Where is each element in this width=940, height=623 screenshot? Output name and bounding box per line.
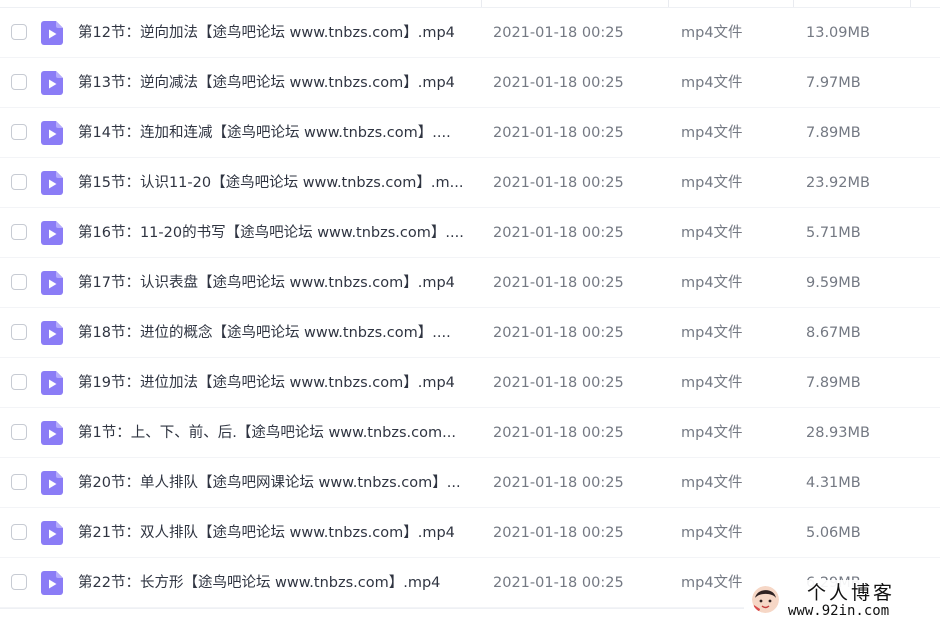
row-checkbox[interactable] xyxy=(11,124,27,140)
video-file-icon xyxy=(41,371,63,395)
modified-date: 2021-01-18 00:25 xyxy=(493,325,624,341)
row-checkbox[interactable] xyxy=(11,174,27,190)
file-size: 5.06MB xyxy=(806,525,861,541)
column-divider xyxy=(481,0,482,7)
file-name[interactable]: 第1节：上、下、前、后.【途鸟吧论坛 www.tnbzs.com... xyxy=(78,424,472,443)
file-name[interactable]: 第18节：进位的概念【途鸟吧论坛 www.tnbzs.com】.... xyxy=(78,324,472,343)
file-list: 第12节：逆向加法【途鸟吧论坛 www.tnbzs.com】.mp4 2021-0… xyxy=(0,0,940,623)
modified-date: 2021-01-18 00:25 xyxy=(493,475,624,491)
video-file-icon xyxy=(41,171,63,195)
file-size: 5.71MB xyxy=(806,225,861,241)
file-type: mp4文件 xyxy=(681,225,743,241)
modified-date: 2021-01-18 00:25 xyxy=(493,525,624,541)
file-name[interactable]: 第20节：单人排队【途鸟吧网课论坛 www.tnbzs.com】... xyxy=(78,474,472,493)
video-file-icon xyxy=(41,421,63,445)
modified-date: 2021-01-18 00:25 xyxy=(493,25,624,41)
column-header-strip xyxy=(0,0,940,8)
file-row[interactable]: 第19节：进位加法【途鸟吧论坛 www.tnbzs.com】.mp4 2021-0… xyxy=(0,358,940,408)
file-row[interactable]: 第14节：连加和连减【途鸟吧论坛 www.tnbzs.com】.... 2021-… xyxy=(0,108,940,158)
file-row[interactable]: 第21节：双人排队【途鸟吧论坛 www.tnbzs.com】.mp4 2021-0… xyxy=(0,508,940,558)
row-checkbox[interactable] xyxy=(11,474,27,490)
column-divider xyxy=(668,0,669,7)
video-file-icon xyxy=(41,321,63,345)
row-checkbox[interactable] xyxy=(11,24,27,40)
row-checkbox[interactable] xyxy=(11,74,27,90)
file-row[interactable]: 第20节：单人排队【途鸟吧网课论坛 www.tnbzs.com】... 2021-… xyxy=(0,458,940,508)
column-divider xyxy=(793,0,794,7)
file-size: 8.67MB xyxy=(806,325,861,341)
video-file-icon xyxy=(41,571,63,595)
file-size: 7.97MB xyxy=(806,75,861,91)
row-checkbox[interactable] xyxy=(11,324,27,340)
modified-date: 2021-01-18 00:25 xyxy=(493,225,624,241)
file-type: mp4文件 xyxy=(681,275,743,291)
file-name[interactable]: 第13节：逆向减法【途鸟吧论坛 www.tnbzs.com】.mp4 xyxy=(78,74,472,93)
watermark-title: 个人博客 xyxy=(807,582,896,604)
file-row[interactable]: 第17节：认识表盘【途鸟吧论坛 www.tnbzs.com】.mp4 2021-0… xyxy=(0,258,940,308)
file-type: mp4文件 xyxy=(681,525,743,541)
file-size: 13.09MB xyxy=(806,25,870,41)
modified-date: 2021-01-18 00:25 xyxy=(493,375,624,391)
row-checkbox[interactable] xyxy=(11,574,27,590)
file-name[interactable]: 第12节：逆向加法【途鸟吧论坛 www.tnbzs.com】.mp4 xyxy=(78,24,472,43)
file-type: mp4文件 xyxy=(681,425,743,441)
file-type: mp4文件 xyxy=(681,375,743,391)
modified-date: 2021-01-18 00:25 xyxy=(493,75,624,91)
file-row[interactable]: 第1节：上、下、前、后.【途鸟吧论坛 www.tnbzs.com... 2021-… xyxy=(0,408,940,458)
file-row[interactable]: 第18节：进位的概念【途鸟吧论坛 www.tnbzs.com】.... 2021-… xyxy=(0,308,940,358)
file-row[interactable]: 第13节：逆向减法【途鸟吧论坛 www.tnbzs.com】.mp4 2021-0… xyxy=(0,58,940,108)
video-file-icon xyxy=(41,471,63,495)
column-divider xyxy=(910,0,911,7)
row-checkbox[interactable] xyxy=(11,424,27,440)
modified-date: 2021-01-18 00:25 xyxy=(493,275,624,291)
file-size: 4.31MB xyxy=(806,475,861,491)
file-row[interactable]: 第15节：认识11-20【途鸟吧论坛 www.tnbzs.com】.m... 20… xyxy=(0,158,940,208)
file-size: 7.89MB xyxy=(806,125,861,141)
file-type: mp4文件 xyxy=(681,175,743,191)
modified-date: 2021-01-18 00:25 xyxy=(493,125,624,141)
file-rows: 第12节：逆向加法【途鸟吧论坛 www.tnbzs.com】.mp4 2021-0… xyxy=(0,8,940,612)
row-checkbox[interactable] xyxy=(11,374,27,390)
file-size: 7.89MB xyxy=(806,375,861,391)
file-name[interactable]: 第16节：11-20的书写【途鸟吧论坛 www.tnbzs.com】.... xyxy=(78,224,472,243)
video-file-icon xyxy=(41,21,63,45)
file-type: mp4文件 xyxy=(681,125,743,141)
file-type: mp4文件 xyxy=(681,75,743,91)
video-file-icon xyxy=(41,71,63,95)
file-type: mp4文件 xyxy=(681,325,743,341)
watermark-url: www.92in.com xyxy=(788,603,890,619)
row-checkbox[interactable] xyxy=(11,274,27,290)
avatar xyxy=(752,586,779,613)
video-file-icon xyxy=(41,121,63,145)
row-checkbox[interactable] xyxy=(11,224,27,240)
row-checkbox[interactable] xyxy=(11,524,27,540)
file-size: 28.93MB xyxy=(806,425,870,441)
modified-date: 2021-01-18 00:25 xyxy=(493,425,624,441)
file-name[interactable]: 第22节：长方形【途鸟吧论坛 www.tnbzs.com】.mp4 xyxy=(78,574,472,593)
list-bottom-border xyxy=(0,608,744,609)
video-file-icon xyxy=(41,221,63,245)
watermark: 个人博客 www.92in.com xyxy=(744,580,940,623)
modified-date: 2021-01-18 00:25 xyxy=(493,175,624,191)
video-file-icon xyxy=(41,271,63,295)
file-type: mp4文件 xyxy=(681,475,743,491)
modified-date: 2021-01-18 00:25 xyxy=(493,575,624,591)
file-name[interactable]: 第15节：认识11-20【途鸟吧论坛 www.tnbzs.com】.m... xyxy=(78,174,472,193)
file-name[interactable]: 第21节：双人排队【途鸟吧论坛 www.tnbzs.com】.mp4 xyxy=(78,524,472,543)
file-name[interactable]: 第19节：进位加法【途鸟吧论坛 www.tnbzs.com】.mp4 xyxy=(78,374,472,393)
file-name[interactable]: 第14节：连加和连减【途鸟吧论坛 www.tnbzs.com】.... xyxy=(78,124,472,143)
video-file-icon xyxy=(41,521,63,545)
file-row[interactable]: 第16节：11-20的书写【途鸟吧论坛 www.tnbzs.com】.... 20… xyxy=(0,208,940,258)
file-name[interactable]: 第17节：认识表盘【途鸟吧论坛 www.tnbzs.com】.mp4 xyxy=(78,274,472,293)
file-row[interactable]: 第12节：逆向加法【途鸟吧论坛 www.tnbzs.com】.mp4 2021-0… xyxy=(0,8,940,58)
file-size: 23.92MB xyxy=(806,175,870,191)
file-type: mp4文件 xyxy=(681,25,743,41)
file-size: 9.59MB xyxy=(806,275,861,291)
